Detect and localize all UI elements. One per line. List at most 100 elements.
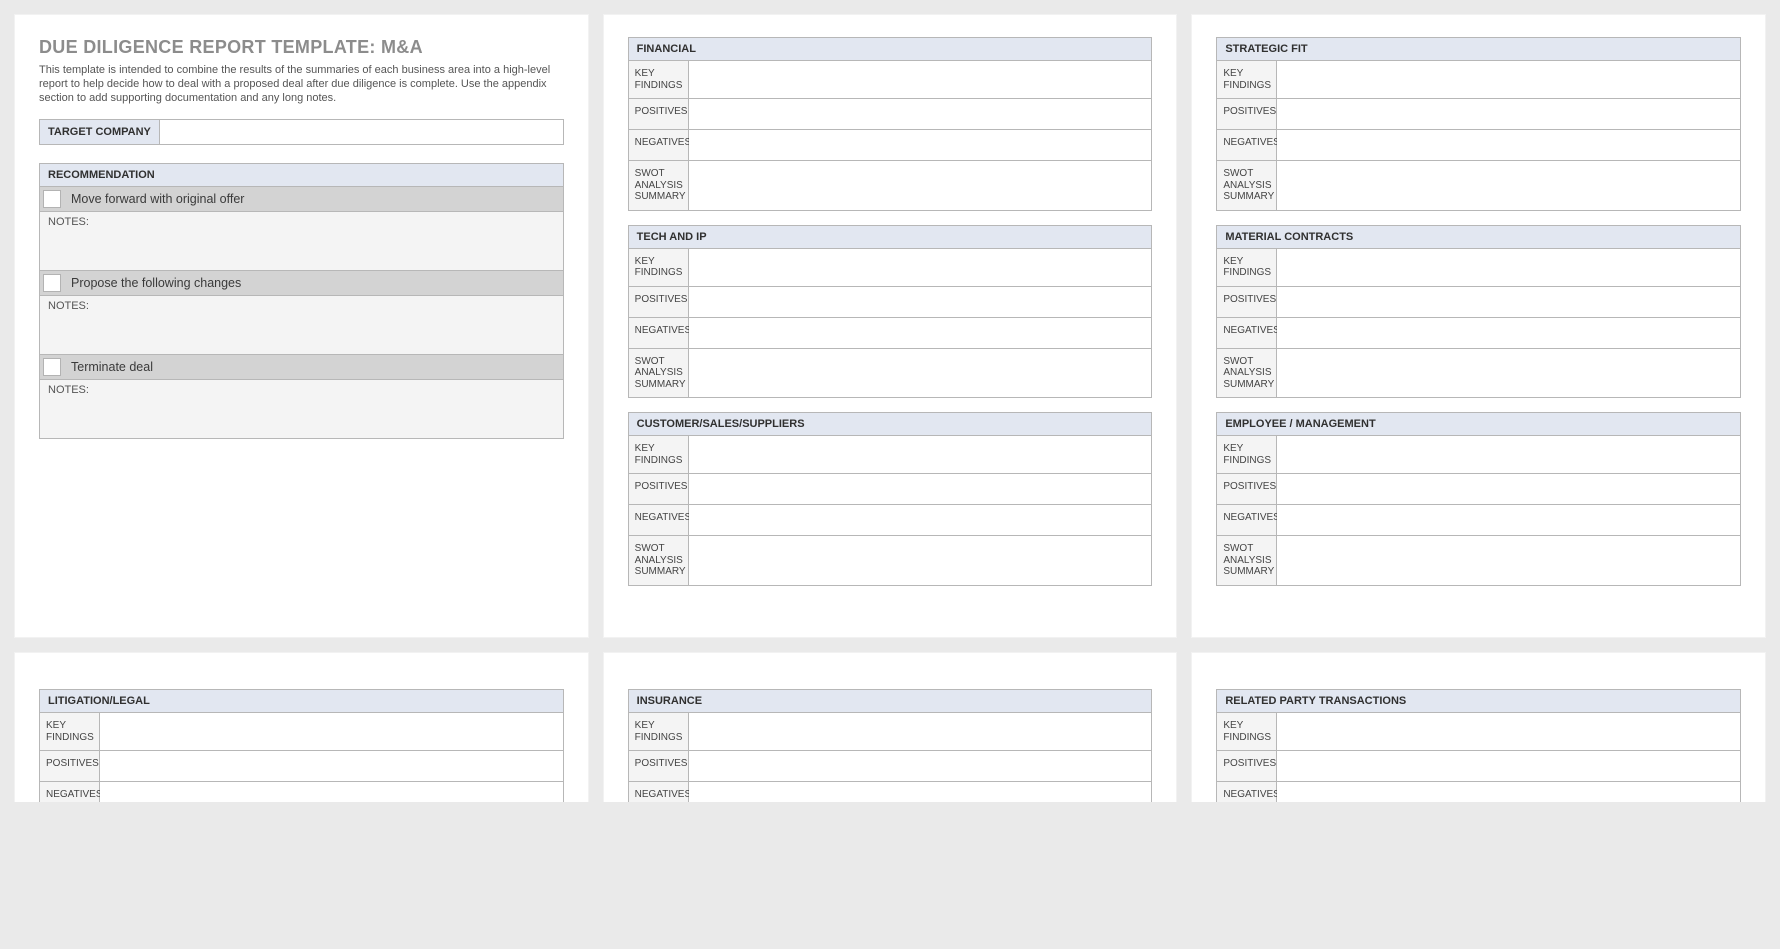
dd-section: TECH AND IPKEY FINDINGSPOSITIVESNEGATIVE… [628,225,1153,399]
row-value[interactable] [689,474,1152,504]
row-value[interactable] [1277,349,1740,398]
row-value[interactable] [1277,61,1740,98]
row-value[interactable] [100,713,563,750]
row-label: SWOT ANALYSIS SUMMARY [1217,536,1277,585]
recommendation-notes[interactable]: NOTES: [40,296,563,355]
recommendation-option-label: Move forward with original offer [67,187,248,211]
section-header: MATERIAL CONTRACTS [1217,226,1740,249]
recommendation-option-label: Terminate deal [67,355,157,379]
section-row: POSITIVES [1217,474,1740,505]
checkbox-icon[interactable] [43,274,61,292]
section-header: CUSTOMER/SALES/SUPPLIERS [629,413,1152,436]
row-label: KEY FINDINGS [629,249,689,286]
row-value[interactable] [1277,130,1740,160]
target-company-field: TARGET COMPANY [39,119,564,145]
recommendation-notes[interactable]: NOTES: [40,212,563,271]
page-1: DUE DILIGENCE REPORT TEMPLATE: M&A This … [14,14,589,638]
row-label: POSITIVES [40,751,100,781]
row-value[interactable] [1277,713,1740,750]
checkbox-icon[interactable] [43,358,61,376]
row-value[interactable] [689,130,1152,160]
checkbox-icon[interactable] [43,190,61,208]
section-row: NEGATIVES [629,782,1152,802]
row-value[interactable] [689,751,1152,781]
row-value[interactable] [689,349,1152,398]
row-value[interactable] [689,505,1152,535]
target-company-value[interactable] [160,120,563,144]
notes-label: NOTES: [48,300,89,312]
row-value[interactable] [689,782,1152,802]
target-company-label: TARGET COMPANY [40,120,160,144]
dd-section: EMPLOYEE / MANAGEMENTKEY FINDINGSPOSITIV… [1216,412,1741,586]
section-row: POSITIVES [1217,751,1740,782]
recommendation-option: Move forward with original offer [40,187,563,212]
dd-section: RELATED PARTY TRANSACTIONSKEY FINDINGSPO… [1216,689,1741,802]
section-row: NEGATIVES [629,505,1152,536]
section-row: KEY FINDINGS [629,249,1152,287]
page-4: LITIGATION/LEGALKEY FINDINGSPOSITIVESNEG… [14,652,589,802]
row-label: SWOT ANALYSIS SUMMARY [629,536,689,585]
section-row: KEY FINDINGS [629,713,1152,751]
row-value[interactable] [1277,318,1740,348]
row-label: KEY FINDINGS [629,436,689,473]
page-title: DUE DILIGENCE REPORT TEMPLATE: M&A [39,37,564,58]
section-row: NEGATIVES [1217,782,1740,802]
recommendation-notes[interactable]: NOTES: [40,380,563,438]
section-row: NEGATIVES [629,318,1152,349]
dd-section: LITIGATION/LEGALKEY FINDINGSPOSITIVESNEG… [39,689,564,802]
row-value[interactable] [100,782,563,802]
section-row: KEY FINDINGS [1217,436,1740,474]
page-5: INSURANCEKEY FINDINGSPOSITIVESNEGATIVES [603,652,1178,802]
row-value[interactable] [1277,436,1740,473]
row-value[interactable] [1277,474,1740,504]
section-row: NEGATIVES [629,130,1152,161]
section-header: STRATEGIC FIT [1217,38,1740,61]
row-value[interactable] [689,318,1152,348]
row-value[interactable] [1277,161,1740,210]
row-value[interactable] [689,249,1152,286]
notes-label: NOTES: [48,216,89,228]
row-label: NEGATIVES [1217,130,1277,160]
row-label: POSITIVES [1217,751,1277,781]
row-value[interactable] [1277,536,1740,585]
row-value[interactable] [689,161,1152,210]
section-header: RELATED PARTY TRANSACTIONS [1217,690,1740,713]
row-value[interactable] [1277,505,1740,535]
row-value[interactable] [689,61,1152,98]
row-value[interactable] [689,287,1152,317]
row-value[interactable] [1277,782,1740,802]
row-label: POSITIVES [629,751,689,781]
row-label: POSITIVES [1217,287,1277,317]
page-6: RELATED PARTY TRANSACTIONSKEY FINDINGSPO… [1191,652,1766,802]
section-row: POSITIVES [629,474,1152,505]
row-label: NEGATIVES [629,318,689,348]
row-value[interactable] [1277,249,1740,286]
row-value[interactable] [100,751,563,781]
row-value[interactable] [1277,99,1740,129]
row-label: POSITIVES [1217,474,1277,504]
row-label: POSITIVES [629,99,689,129]
page-3: STRATEGIC FITKEY FINDINGSPOSITIVESNEGATI… [1191,14,1766,638]
row-label: KEY FINDINGS [1217,249,1277,286]
row-value[interactable] [689,436,1152,473]
row-value[interactable] [1277,751,1740,781]
row-label: NEGATIVES [1217,782,1277,802]
row-value[interactable] [689,536,1152,585]
row-label: NEGATIVES [629,130,689,160]
row-value[interactable] [689,713,1152,750]
dd-section: CUSTOMER/SALES/SUPPLIERSKEY FINDINGSPOSI… [628,412,1153,586]
section-row: KEY FINDINGS [1217,249,1740,287]
row-label: NEGATIVES [1217,505,1277,535]
row-label: SWOT ANALYSIS SUMMARY [629,349,689,398]
row-value[interactable] [1277,287,1740,317]
row-label: KEY FINDINGS [1217,713,1277,750]
row-label: SWOT ANALYSIS SUMMARY [1217,161,1277,210]
row-value[interactable] [689,99,1152,129]
row-label: KEY FINDINGS [629,713,689,750]
recommendation-header: RECOMMENDATION [40,164,563,187]
section-header: TECH AND IP [629,226,1152,249]
recommendation-table: RECOMMENDATION Move forward with origina… [39,163,564,439]
dd-section: FINANCIALKEY FINDINGSPOSITIVESNEGATIVESS… [628,37,1153,211]
section-row: POSITIVES [629,751,1152,782]
section-row: NEGATIVES [1217,318,1740,349]
